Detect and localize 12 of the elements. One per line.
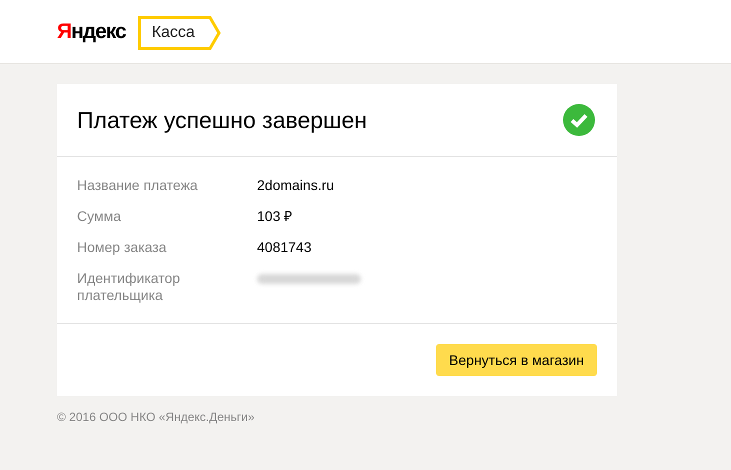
logo[interactable]: Яндекс xyxy=(57,20,126,44)
card-title: Платеж успешно завершен xyxy=(77,106,367,134)
field-label: Номер заказа xyxy=(77,239,168,256)
field-value: 103 ₽ xyxy=(257,208,292,225)
return-button[interactable]: Вернуться в магазин xyxy=(436,344,597,376)
copyright: © 2016 ООО НКО «Яндекс.Деньги» xyxy=(57,410,256,424)
field-label: Сумма xyxy=(77,208,122,225)
service-label: Касса xyxy=(138,16,222,50)
field-label: Идентификатор плательщика xyxy=(77,270,182,304)
field-label: Название платежа xyxy=(77,177,199,194)
field-value: 4081743 xyxy=(257,239,312,256)
field-value: 2domains.ru xyxy=(257,177,334,194)
